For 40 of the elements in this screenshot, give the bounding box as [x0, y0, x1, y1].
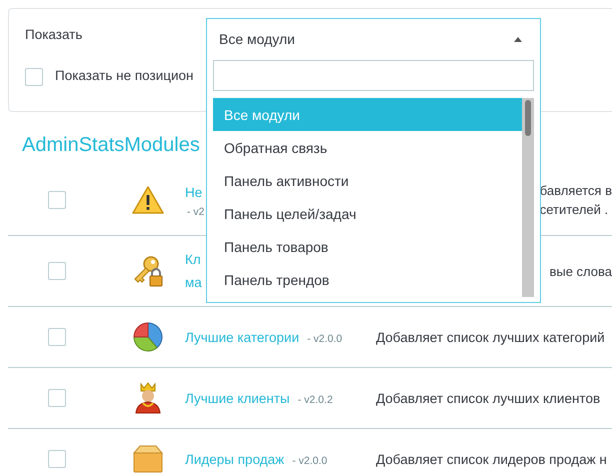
pie-chart-icon [132, 321, 164, 353]
module-description: Добавляет список лучших клиентов [376, 390, 600, 408]
module-description: Добавляет список лучших категорий [376, 328, 605, 346]
row-checkbox[interactable] [48, 328, 66, 346]
module-link[interactable]: Лучшие клиенты [185, 388, 290, 408]
section-title: AdminStatsModules [22, 134, 200, 157]
checkbox-label: Показать не позицион [55, 68, 194, 83]
key-lock-icon [132, 255, 164, 287]
checkbox[interactable] [25, 68, 43, 86]
row-checkbox[interactable] [48, 262, 66, 280]
row-checkbox[interactable] [48, 450, 66, 468]
module-link[interactable]: Не [185, 182, 202, 202]
module-description: Добавляет список лидеров продаж н [376, 450, 607, 468]
dropdown-value: Все модули [219, 31, 295, 47]
dropdown-option[interactable]: Обратная связь [213, 131, 522, 164]
row-checkbox[interactable] [48, 191, 66, 209]
warning-icon [132, 186, 164, 214]
module-description: вые слова [549, 262, 612, 280]
version-text: - v2.0.0 [307, 332, 342, 344]
version-text: - v2.0.2 [298, 394, 333, 406]
dropdown-option[interactable]: Панель активности [213, 164, 522, 197]
scrollbar[interactable] [522, 98, 534, 297]
module-link[interactable]: ма [185, 273, 202, 292]
dropdown-option[interactable]: Панель трендов [213, 263, 522, 296]
module-dropdown[interactable]: Все модули Все модули Обратная связь Панель активности Панель целей/задач Панель товаров Панель трендов [206, 18, 541, 303]
dropdown-option[interactable]: Панель товаров [213, 230, 522, 263]
version-text: - v2.0.0 [292, 454, 328, 466]
module-description: бавляется в [540, 182, 612, 200]
king-figure-icon [133, 382, 163, 414]
row-checkbox[interactable] [48, 389, 66, 407]
box-icon [132, 445, 164, 473]
module-description: сетителей . [540, 201, 608, 219]
dropdown-option[interactable]: Панель целей/задач [213, 197, 522, 230]
search-field[interactable] [213, 60, 534, 91]
module-link[interactable]: Лидеры продаж [185, 450, 284, 468]
module-link[interactable]: Лучшие категории [185, 328, 300, 346]
show-label: Показать [25, 27, 82, 42]
module-link[interactable]: Кл [185, 250, 201, 269]
dropdown-option[interactable]: Все модули [213, 98, 522, 131]
version-text: - v2 [187, 206, 205, 218]
